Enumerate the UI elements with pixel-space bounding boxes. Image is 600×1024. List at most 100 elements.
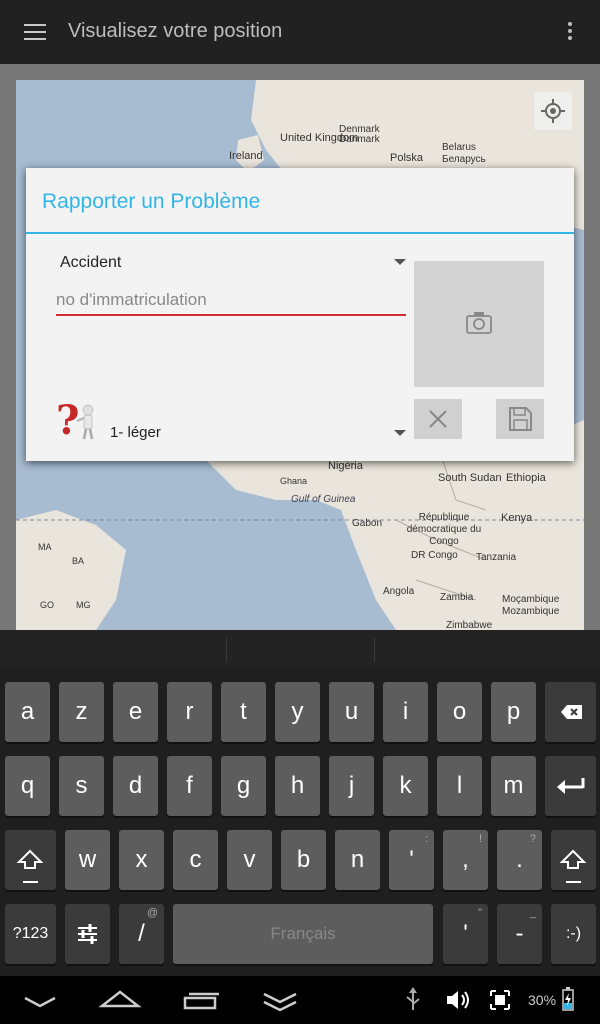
key-h[interactable]: h	[275, 756, 320, 816]
space-bar[interactable]: Français	[173, 904, 433, 964]
plate-number-input[interactable]	[56, 286, 406, 316]
key-p[interactable]: p	[491, 682, 536, 742]
volume-icon[interactable]	[447, 991, 469, 1009]
severity-spinner-value[interactable]: 1- léger	[110, 424, 161, 441]
shift-icon	[16, 849, 44, 883]
map-label-tanzania: Tanzania	[476, 552, 517, 563]
map-label-mozambique: Mozambique	[502, 606, 560, 617]
key-b[interactable]: b	[281, 830, 326, 890]
key-w[interactable]: w	[65, 830, 110, 890]
key-n[interactable]: n	[335, 830, 380, 890]
key-d[interactable]: d	[113, 756, 158, 816]
system-navigation-bar: 30%	[0, 976, 600, 1024]
action-bar: Visualisez votre position	[0, 0, 600, 64]
key-dash[interactable]: - _	[497, 904, 542, 964]
key-x[interactable]: x	[119, 830, 164, 890]
key-z[interactable]: z	[59, 682, 104, 742]
key-slash-hint: @	[146, 907, 158, 919]
shift-icon	[559, 849, 587, 883]
map-label-drc-fr: République démocratique du Congo	[406, 512, 482, 547]
hide-keyboard-icon[interactable]	[24, 996, 56, 1008]
key-slash-label: /	[138, 920, 145, 947]
key-quote-label: '	[463, 920, 468, 947]
map-label-belarus: Belarus	[442, 142, 476, 153]
key-quote[interactable]: ' "	[443, 904, 488, 964]
save-disk-icon	[509, 407, 532, 431]
menu-chevrons-icon[interactable]	[263, 992, 297, 1012]
page-title: Visualisez votre position	[68, 20, 283, 42]
key-slash[interactable]: / @	[119, 904, 164, 964]
key-comma[interactable]: ,!	[443, 830, 488, 890]
map-label-drc: DR Congo	[411, 550, 458, 561]
home-icon[interactable]	[98, 990, 142, 1008]
key-q[interactable]: q	[5, 756, 50, 816]
my-location-icon[interactable]	[534, 92, 572, 130]
report-problem-dialog: Rapporter un Problème Accident ? 1- lége…	[26, 168, 574, 461]
key-period-label: .	[516, 846, 523, 873]
key-v[interactable]: v	[227, 830, 272, 890]
key-a[interactable]: a	[5, 682, 50, 742]
key-g[interactable]: g	[221, 756, 266, 816]
cancel-button[interactable]	[414, 399, 462, 439]
dialog-title: Rapporter un Problème	[42, 190, 261, 213]
key-m[interactable]: m	[491, 756, 536, 816]
help-figure-icon: ?	[54, 396, 100, 444]
map-label-belarus-ru: Беларусь	[442, 154, 486, 165]
key-dash-hint: _	[529, 907, 536, 919]
enter-arrow-icon	[557, 778, 585, 794]
map-label-gulf-of-guinea: Gulf of Guinea	[291, 494, 356, 505]
key-r[interactable]: r	[167, 682, 212, 742]
map-label-gabon: Gabon	[352, 518, 383, 529]
soft-keyboard: a z e r t y u i o p q s d f g h j k l m …	[0, 630, 600, 976]
key-s[interactable]: s	[59, 756, 104, 816]
map-label-ireland: Ireland	[229, 150, 263, 162]
key-j[interactable]: j	[329, 756, 374, 816]
close-icon	[429, 410, 447, 428]
key-u[interactable]: u	[329, 682, 374, 742]
key-y[interactable]: y	[275, 682, 320, 742]
key-quote-hint: "	[478, 907, 482, 919]
backspace-key[interactable]	[545, 682, 596, 742]
map-label-zimbabwe: Zimbabwe	[446, 620, 493, 630]
keyboard-settings-key[interactable]	[65, 904, 110, 964]
key-e[interactable]: e	[113, 682, 158, 742]
map-label-polska: Polska	[390, 152, 424, 164]
save-button[interactable]	[496, 399, 544, 439]
key-i[interactable]: i	[383, 682, 428, 742]
battery-percent: 30%	[528, 992, 557, 1008]
key-period[interactable]: .?	[497, 830, 542, 890]
map-label-danmark: Danmark	[339, 134, 380, 145]
symbols-mode-key[interactable]: ?123	[5, 904, 56, 964]
map-label-mocambique: Moçambique	[502, 594, 560, 605]
problem-type-spinner-value[interactable]: Accident	[60, 254, 121, 272]
key-f[interactable]: f	[167, 756, 212, 816]
recent-apps-icon[interactable]	[183, 992, 219, 1010]
backspace-icon	[561, 705, 582, 719]
usb-icon	[406, 987, 420, 1010]
key-o[interactable]: o	[437, 682, 482, 742]
screenshot-icon[interactable]	[490, 990, 510, 1010]
smiley-key[interactable]: :-)	[551, 904, 596, 964]
sliders-icon	[78, 924, 97, 944]
key-comma-hint: !	[478, 833, 482, 845]
key-c[interactable]: c	[173, 830, 218, 890]
overflow-menu-icon[interactable]	[566, 22, 574, 44]
suggestion-divider	[226, 638, 227, 662]
suggestion-divider	[374, 638, 375, 662]
chevron-down-icon[interactable]	[394, 430, 406, 436]
hamburger-menu-icon[interactable]	[24, 24, 46, 40]
chevron-down-icon[interactable]	[394, 259, 406, 265]
enter-key[interactable]	[545, 756, 596, 816]
key-apostrophe[interactable]: ':	[389, 830, 434, 890]
key-l[interactable]: l	[437, 756, 482, 816]
map-label-ba: BA	[72, 556, 85, 566]
map-label-south-sudan: South Sudan	[438, 472, 502, 484]
key-t[interactable]: t	[221, 682, 266, 742]
shift-key-right[interactable]	[551, 830, 596, 890]
key-apostrophe-label: '	[409, 846, 414, 873]
key-k[interactable]: k	[383, 756, 428, 816]
map-label-ethiopia: Ethiopia	[506, 472, 546, 484]
shift-key-left[interactable]	[5, 830, 56, 890]
map-label-go: GO	[40, 600, 55, 610]
photo-button[interactable]	[414, 261, 544, 387]
